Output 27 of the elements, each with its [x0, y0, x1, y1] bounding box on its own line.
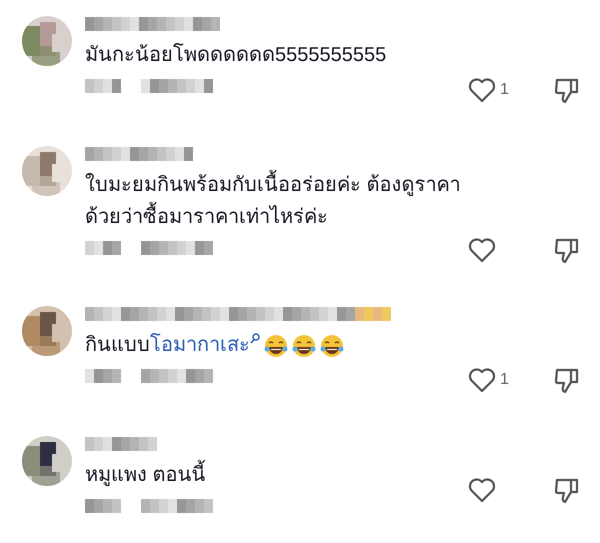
laughing-emoji-icon — [264, 334, 288, 358]
comment-text: ใบมะยมกินพร้อมกับเนื้ออร่อยค่ะ ต้องดูราคาด้วยว่าซื้อมาราคาเท่าไหร่ค่ะ — [85, 169, 485, 233]
pixelated-text — [141, 79, 213, 93]
thumbs-down-icon[interactable] — [554, 476, 580, 504]
heart-icon[interactable] — [468, 367, 496, 393]
thumbs-down-icon[interactable] — [554, 236, 580, 264]
comment-text: มันกะน้อยโพดดดดดด5555555555 — [85, 42, 388, 68]
heart-icon[interactable] — [468, 77, 496, 103]
laughing-emoji-icon — [320, 334, 344, 358]
search-icon — [250, 333, 260, 345]
like-button[interactable]: 1 — [468, 77, 524, 103]
heart-icon[interactable] — [468, 477, 496, 503]
pixelated-text — [85, 79, 121, 93]
hashtag-link[interactable]: โอมากาเสะ — [150, 334, 250, 356]
pixelated-text — [85, 499, 121, 513]
thumbs-down-icon[interactable] — [554, 76, 580, 104]
pixelated-text — [141, 369, 213, 383]
thumbs-down-icon[interactable] — [554, 366, 580, 394]
heart-icon[interactable] — [468, 237, 496, 263]
comment-text: หมูแพง ตอนนี้ — [85, 459, 485, 491]
pixelated-text — [141, 499, 213, 513]
comment-text: กินแบบโอมากาเสะ — [85, 329, 485, 361]
pixelated-text — [85, 369, 121, 383]
pixelated-text — [141, 241, 213, 255]
like-button[interactable]: 1 — [468, 367, 524, 393]
pixelated-text — [85, 241, 121, 255]
laughing-emoji-icon — [292, 334, 316, 358]
